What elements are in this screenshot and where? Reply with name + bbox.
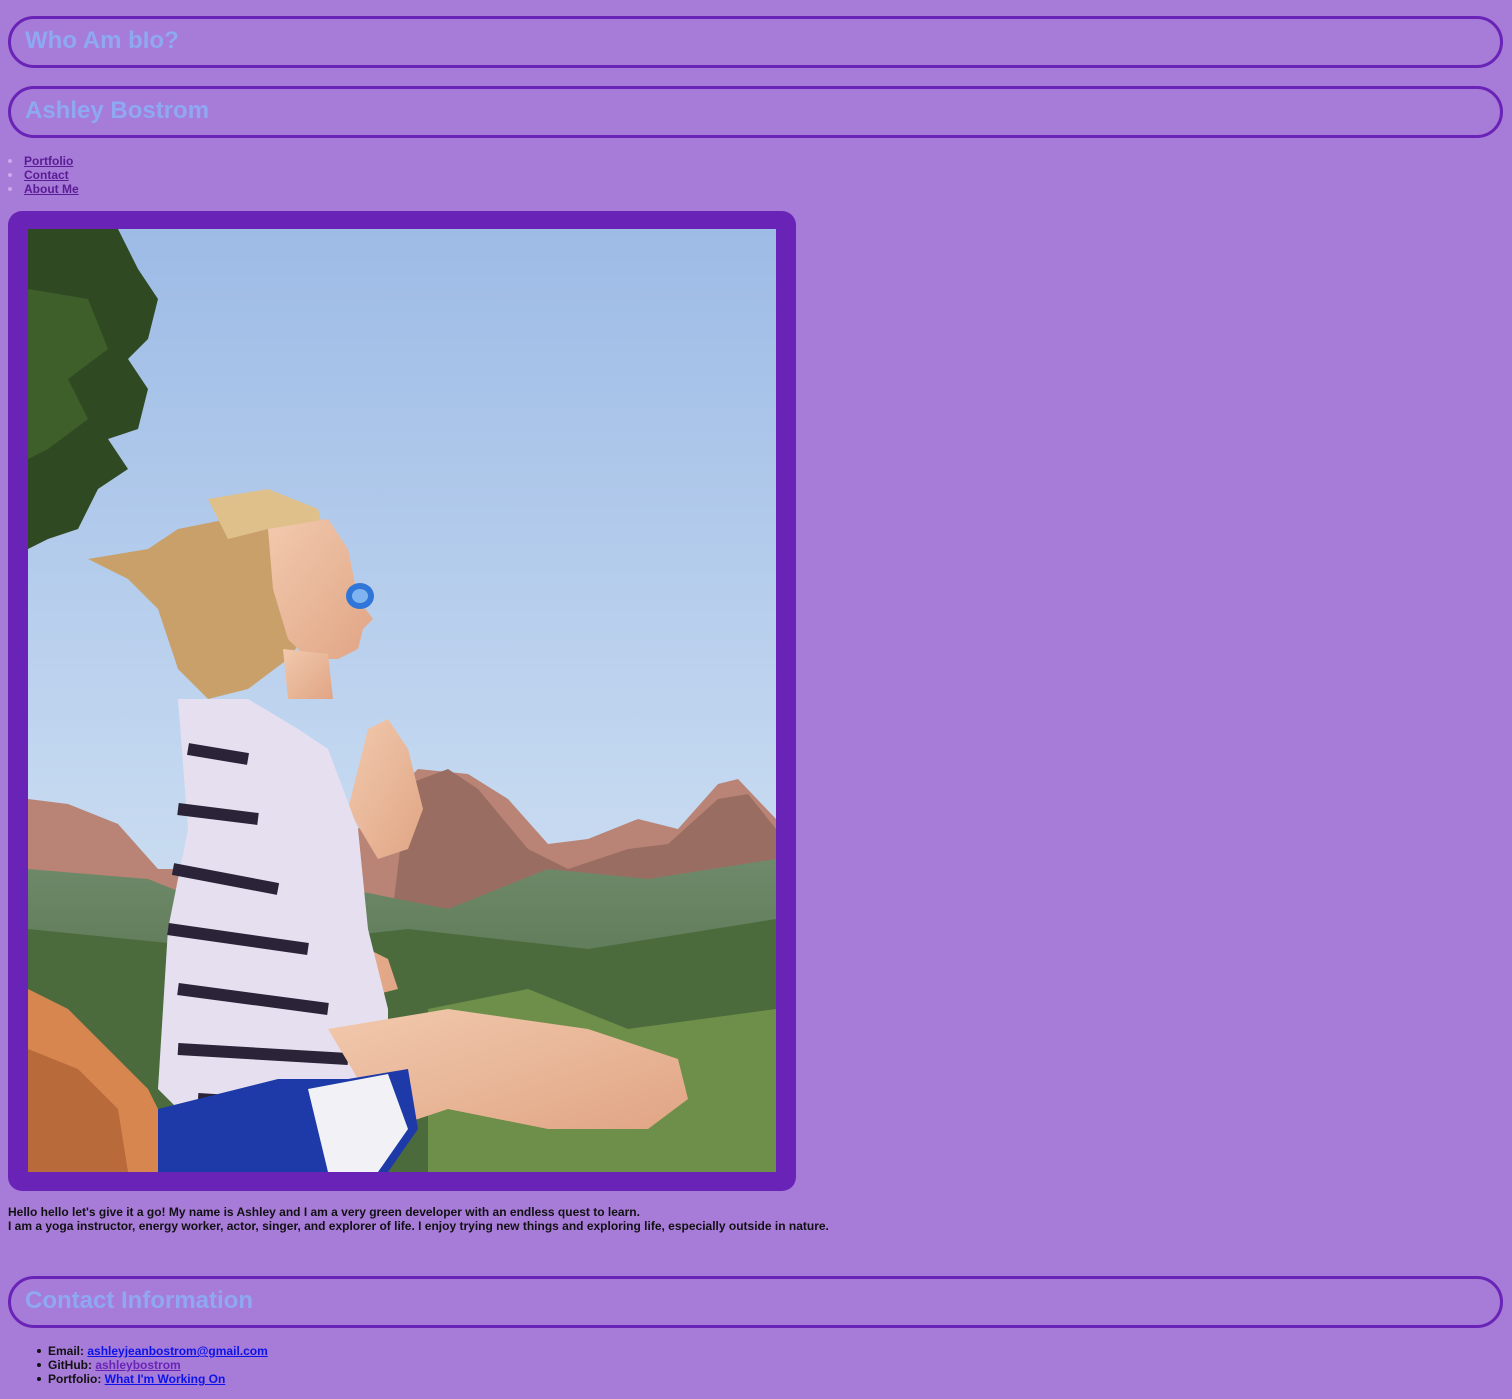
- site-title-banner: Who Am bIo?: [8, 16, 1503, 68]
- profile-photo-frame: [8, 211, 796, 1191]
- nav-item-about-me: About Me: [8, 182, 79, 196]
- contact-item-portfolio: Portfolio: What I'm Working On: [37, 1372, 268, 1386]
- contact-label-email: Email:: [48, 1344, 88, 1358]
- bullet-icon: [8, 187, 12, 191]
- nav-link-contact[interactable]: Contact: [24, 168, 69, 182]
- name-banner: Ashley Bostrom: [8, 86, 1503, 138]
- contact-banner: Contact Information: [8, 1276, 1503, 1328]
- nav-link-about-me[interactable]: About Me: [24, 182, 79, 196]
- owner-name: Ashley Bostrom: [25, 97, 210, 124]
- nav-item-portfolio: Portfolio: [8, 154, 79, 168]
- contact-item-email: Email: ashleyjeanbostrom@gmail.com: [37, 1344, 268, 1358]
- bullet-icon: [37, 1349, 41, 1353]
- nav-item-contact: Contact: [8, 168, 79, 182]
- github-link[interactable]: ashleybostrom: [95, 1358, 180, 1372]
- bio-line-2: I am a yoga instructor, energy worker, a…: [8, 1219, 829, 1233]
- bullet-icon: [8, 159, 12, 163]
- bullet-icon: [8, 173, 12, 177]
- contact-label-portfolio: Portfolio:: [48, 1372, 105, 1386]
- contact-label-github: GitHub:: [48, 1358, 96, 1372]
- email-link[interactable]: ashleyjeanbostrom@gmail.com: [87, 1344, 267, 1358]
- portfolio-link[interactable]: What I'm Working On: [105, 1372, 226, 1386]
- bullet-icon: [37, 1377, 41, 1381]
- bio-line-1: Hello hello let's give it a go! My name …: [8, 1205, 640, 1219]
- bullet-icon: [37, 1363, 41, 1367]
- contact-item-github: GitHub: ashleybostrom: [37, 1358, 268, 1372]
- site-title: Who Am bIo?: [25, 27, 179, 54]
- profile-photo: [28, 229, 776, 1172]
- bio-text: Hello hello let's give it a go! My name …: [8, 1205, 829, 1233]
- main-nav: Portfolio Contact About Me: [8, 154, 79, 196]
- contact-list: Email: ashleyjeanbostrom@gmail.com GitHu…: [37, 1344, 268, 1386]
- nav-link-portfolio[interactable]: Portfolio: [24, 154, 73, 168]
- contact-heading: Contact Information: [25, 1287, 253, 1314]
